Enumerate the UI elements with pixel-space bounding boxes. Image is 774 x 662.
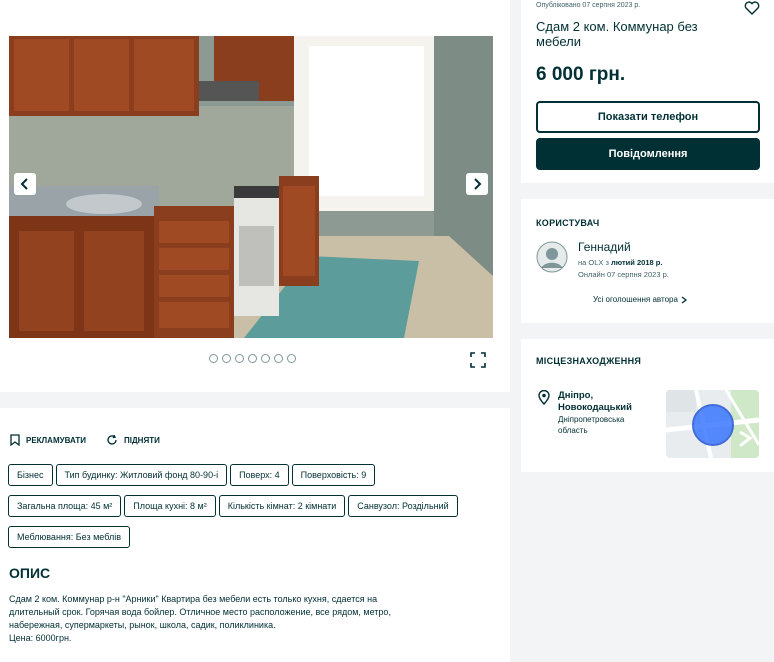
user-online: Онлайн 07 серпня 2023 р.: [578, 270, 669, 279]
heart-icon[interactable]: [744, 1, 760, 15]
description-line: набережная, супермаркеты, рынок, школа, …: [9, 620, 276, 630]
bookmark-icon: [10, 434, 20, 446]
description-line: длительный срок. Горячая вода бойлер. От…: [9, 607, 391, 617]
details-panel: РЕКЛАМУВАТИ ПІДНЯТИ Бізнес Тип будинку: …: [0, 408, 510, 662]
fullscreen-icon[interactable]: [470, 352, 486, 368]
param-tag: Тип будинку: Житловий фонд 80-90-і: [55, 464, 228, 486]
description-heading: ОПИС: [9, 565, 51, 581]
description-text: Сдам 2 ком. Коммунар р-н "Арники" Кварти…: [9, 593, 504, 645]
description-line: Сдам 2 ком. Коммунар р-н "Арники" Кварти…: [9, 594, 378, 604]
refresh-icon: [107, 434, 117, 445]
location-city: Дніпро,: [558, 390, 594, 401]
gallery-panel: [0, 0, 510, 392]
gallery-dot[interactable]: [235, 354, 244, 363]
chevron-left-icon: [20, 178, 28, 190]
promote-link[interactable]: РЕКЛАМУВАТИ: [10, 434, 86, 446]
gallery-dot[interactable]: [261, 354, 270, 363]
raise-link[interactable]: ПІДНЯТИ: [106, 434, 160, 446]
params-list: Бізнес Тип будинку: Житловий фонд 80-90-…: [8, 464, 504, 555]
price-panel: Опубліковано 07 серпня 2023 р. Сдам 2 ко…: [521, 0, 774, 183]
param-tag: Загальна площа: 45 м²: [8, 495, 122, 517]
published-date: Опубліковано 07 серпня 2023 р.: [536, 2, 641, 9]
description-line: Цена: 6000грн.: [9, 633, 72, 643]
location-region: Дніпропетровська: [558, 415, 625, 424]
location-map[interactable]: [666, 390, 759, 458]
avatar[interactable]: [536, 241, 568, 273]
location-district: Новокодацький: [558, 402, 632, 413]
user-since-date: лютий 2018 р.: [611, 258, 663, 267]
chevron-right-icon: [681, 295, 687, 304]
param-tag: Меблювання: Без меблів: [8, 526, 130, 548]
all-ads-label: Усі оголошення автора: [593, 295, 678, 304]
gallery-dot[interactable]: [274, 354, 283, 363]
listing-title: Сдам 2 ком. Коммунар без мебели: [536, 19, 698, 49]
location-region-2: область: [558, 426, 588, 435]
gallery-dot[interactable]: [248, 354, 257, 363]
gallery-dot[interactable]: [209, 354, 218, 363]
promote-label: РЕКЛАМУВАТИ: [26, 435, 86, 445]
message-button[interactable]: Повідомлення: [536, 138, 760, 170]
gallery-dots[interactable]: [207, 354, 298, 363]
listing-photo[interactable]: [9, 36, 493, 338]
param-tag: Поверховість: 9: [291, 464, 376, 486]
gallery-dot[interactable]: [222, 354, 231, 363]
param-tag: Поверх: 4: [230, 464, 289, 486]
location-panel: МІСЦЕЗНАХОДЖЕННЯ Дніпро, Новокодацький Д…: [521, 339, 774, 472]
user-since-prefix: на OLX з: [578, 258, 612, 267]
user-panel: КОРИСТУВАЧ Геннадий на OLX з лютий 2018 …: [521, 199, 774, 323]
listing-price: 6 000 грн.: [536, 64, 626, 85]
raise-label: ПІДНЯТИ: [124, 435, 160, 445]
location-pin-icon: [538, 390, 550, 405]
chevron-right-icon: [474, 178, 482, 190]
user-since: на OLX з лютий 2018 р.: [578, 258, 662, 267]
param-tag: Бізнес: [8, 464, 53, 486]
param-tag: Санвузол: Роздільний: [348, 495, 458, 517]
show-phone-button[interactable]: Показати телефон: [536, 101, 760, 133]
gallery-prev-button[interactable]: [14, 173, 36, 195]
all-ads-link[interactable]: Усі оголошення автора: [593, 295, 687, 304]
user-section-title: КОРИСТУВАЧ: [536, 218, 600, 228]
param-tag: Кількість кімнат: 2 кімнати: [218, 495, 346, 517]
param-tag: Площа кухні: 8 м²: [124, 495, 216, 517]
gallery-dot[interactable]: [287, 354, 296, 363]
location-section-title: МІСЦЕЗНАХОДЖЕННЯ: [536, 356, 642, 366]
user-name[interactable]: Геннадий: [578, 240, 631, 254]
gallery-next-button[interactable]: [466, 173, 488, 195]
